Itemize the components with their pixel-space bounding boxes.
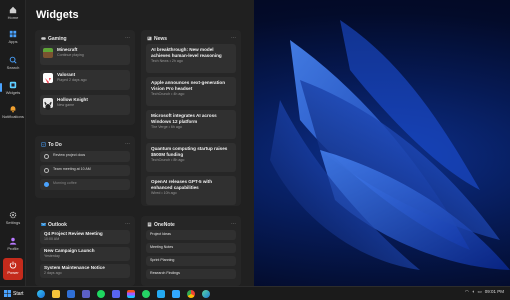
gaming-header: Gaming: [41, 36, 67, 42]
minecraft-icon: [43, 48, 53, 58]
search-icon: [9, 56, 17, 64]
todo-header: To Do: [41, 142, 62, 148]
rail-item-profile[interactable]: Profile: [0, 237, 26, 251]
mail-icon: [41, 222, 46, 226]
gear-icon: [9, 211, 17, 219]
rail-label: Notifications: [2, 114, 24, 119]
rail-item-apps[interactable]: Apps: [0, 30, 26, 44]
left-rail: Home Apps Search Widgets Notifications S…: [0, 0, 26, 286]
todo-item[interactable]: Team meeting at 10 AM: [40, 165, 130, 176]
vscode-icon[interactable]: [157, 290, 165, 298]
email-item[interactable]: New Campaign Launch Yesterday: [40, 247, 130, 261]
system-tray[interactable]: ◠ ◖ ▭ 09:01 PM: [462, 289, 504, 295]
todo-widget: To Do ⋯ Review project docs Team meeting…: [35, 136, 135, 198]
spotify-icon[interactable]: [97, 290, 105, 298]
checkbox[interactable]: [44, 168, 49, 173]
photoshop-icon[interactable]: [172, 290, 180, 298]
widgets-icon: [9, 81, 17, 89]
rail-label: Profile: [7, 246, 19, 251]
widgets-panel: Widgets Gaming ⋯ Minecraft Continue playi…: [26, 0, 254, 286]
clock[interactable]: 09:01 PM: [485, 289, 504, 294]
note-icon: [147, 222, 152, 227]
apps-icon: [9, 30, 17, 38]
edge-icon[interactable]: [37, 290, 45, 298]
onenote-widget: OneNote ⋯ Project Ideas Meeting Notes Sp…: [141, 216, 241, 286]
game-item-valorant[interactable]: Valorant Played 2 days ago: [40, 70, 130, 90]
news-header: News: [147, 36, 167, 42]
wifi-icon[interactable]: ◠: [465, 289, 469, 294]
rail-item-home[interactable]: Home: [0, 6, 26, 20]
outlook-widget: Outlook ⋯ Q4 Project Review Meeting 10:00…: [35, 216, 135, 286]
checkbox[interactable]: [44, 154, 49, 159]
checkbox-checked[interactable]: [44, 182, 49, 187]
newspaper-icon: [147, 36, 152, 41]
more-icon[interactable]: ⋯: [125, 35, 130, 41]
note-item[interactable]: Meeting Notes: [146, 243, 236, 253]
todo-item[interactable]: Morning coffee: [40, 179, 130, 190]
news-item[interactable]: Microsoft integrates AI across Windows 1…: [146, 110, 236, 139]
teams-icon[interactable]: [82, 290, 90, 298]
rail-item-widgets[interactable]: Widgets: [0, 81, 26, 95]
valorant-icon: [43, 73, 53, 84]
chrome-icon[interactable]: [187, 290, 195, 298]
onenote-header: OneNote: [147, 222, 175, 228]
rail-label: Widgets: [5, 90, 21, 95]
note-item[interactable]: Project Ideas: [146, 230, 236, 240]
taskbar: Start ◠ ◖ ▭ 09:01 PM: [0, 286, 510, 300]
game-item-minecraft[interactable]: Minecraft Continue playing: [40, 45, 130, 65]
home-icon: [9, 6, 17, 14]
rail-label: Settings: [5, 220, 21, 225]
news-item[interactable]: Apple announces next-generation Vision P…: [146, 77, 236, 106]
note-item[interactable]: Research Findings: [146, 269, 236, 279]
start-button[interactable]: Start: [4, 290, 24, 297]
rail-label: Search: [6, 65, 20, 70]
more-icon[interactable]: ⋯: [231, 35, 236, 41]
panel-title: Widgets: [36, 9, 79, 21]
store-icon[interactable]: [67, 290, 75, 298]
whatsapp-icon[interactable]: [142, 290, 150, 298]
edge-dev-icon[interactable]: [202, 290, 210, 298]
rail-label: Apps: [8, 39, 18, 44]
volume-icon[interactable]: ◖: [472, 289, 475, 294]
more-icon[interactable]: ⋯: [231, 221, 236, 227]
battery-icon[interactable]: ▭: [477, 289, 481, 294]
person-icon: [9, 237, 17, 245]
news-item[interactable]: OpenAI releases GPT-5 with enhanced capa…: [146, 176, 236, 205]
outlook-header: Outlook: [41, 222, 67, 228]
discord-icon[interactable]: [112, 290, 120, 298]
note-item[interactable]: Sprint Planning: [146, 256, 236, 266]
windows-logo-icon: [4, 290, 11, 297]
bell-icon: [10, 106, 16, 113]
explorer-icon[interactable]: [52, 290, 60, 298]
figma-icon[interactable]: [127, 290, 135, 298]
news-widget: News ⋯ AI breakthrough: New model achiev…: [141, 30, 241, 206]
rail-item-notifications[interactable]: Notifications: [0, 105, 26, 119]
email-item[interactable]: Q4 Project Review Meeting 10:00 AM: [40, 230, 130, 244]
hollow-knight-icon: [43, 98, 53, 110]
news-item[interactable]: AI breakthrough: New model achieves huma…: [146, 44, 236, 73]
email-item[interactable]: System Maintenance Notice 2 days ago: [40, 264, 130, 278]
rail-item-search[interactable]: Search: [0, 56, 26, 70]
power-button[interactable]: Power: [3, 258, 23, 280]
power-icon: [9, 261, 17, 269]
todo-item[interactable]: Review project docs: [40, 151, 130, 162]
gaming-widget: Gaming ⋯ Minecraft Continue playing Valor…: [35, 30, 135, 125]
game-item-hollow-knight[interactable]: Hollow Knight New game: [40, 95, 130, 115]
more-icon[interactable]: ⋯: [125, 221, 130, 227]
power-label: Power: [7, 270, 19, 275]
checklist-icon: [41, 142, 46, 147]
more-icon[interactable]: ⋯: [125, 141, 130, 147]
rail-label: Home: [7, 15, 19, 20]
rail-item-settings[interactable]: Settings: [0, 211, 26, 225]
gamepad-icon: [41, 37, 46, 40]
news-item[interactable]: Quantum computing startup raises $500M f…: [146, 143, 236, 172]
